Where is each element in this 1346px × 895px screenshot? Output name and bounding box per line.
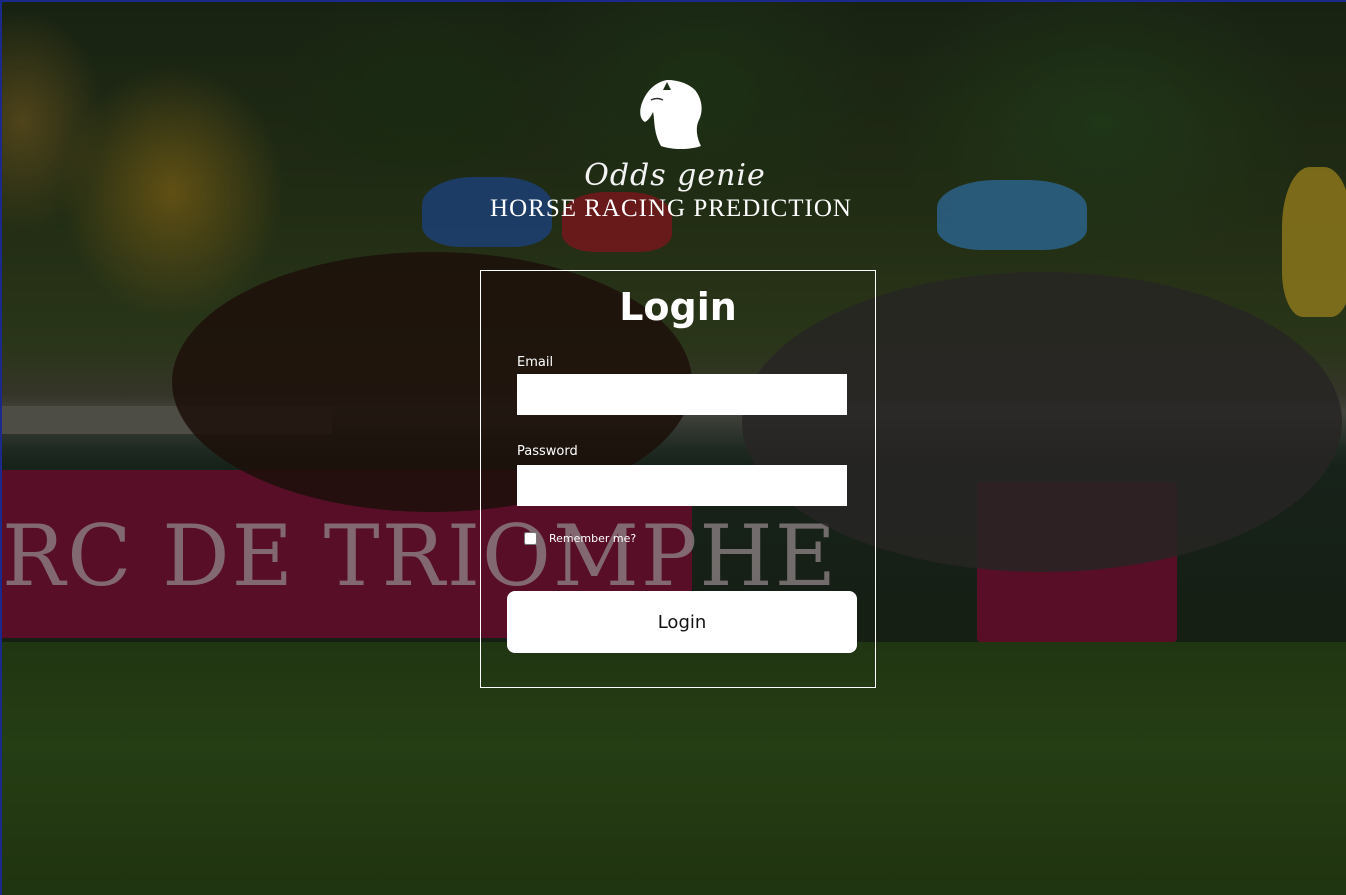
password-label: Password	[517, 444, 578, 459]
brand-tagline: HORSE RACING PREDICTION	[490, 195, 852, 222]
brand-script-name: Odds genie	[584, 158, 766, 193]
remember-me-label: Remember me?	[549, 532, 637, 545]
brand-header: Odds genie HORSE RACING PREDICTION	[0, 76, 1346, 223]
login-button[interactable]: Login	[507, 591, 857, 653]
login-title: Login	[619, 285, 737, 329]
email-field[interactable]	[517, 374, 847, 415]
login-form: Login Email Password Remember me? Login	[480, 270, 876, 688]
remember-me-row: Remember me?	[524, 532, 636, 545]
email-label: Email	[517, 355, 554, 370]
password-field[interactable]	[517, 465, 847, 506]
horse-head-icon	[637, 76, 709, 152]
remember-me-checkbox[interactable]	[524, 532, 537, 545]
